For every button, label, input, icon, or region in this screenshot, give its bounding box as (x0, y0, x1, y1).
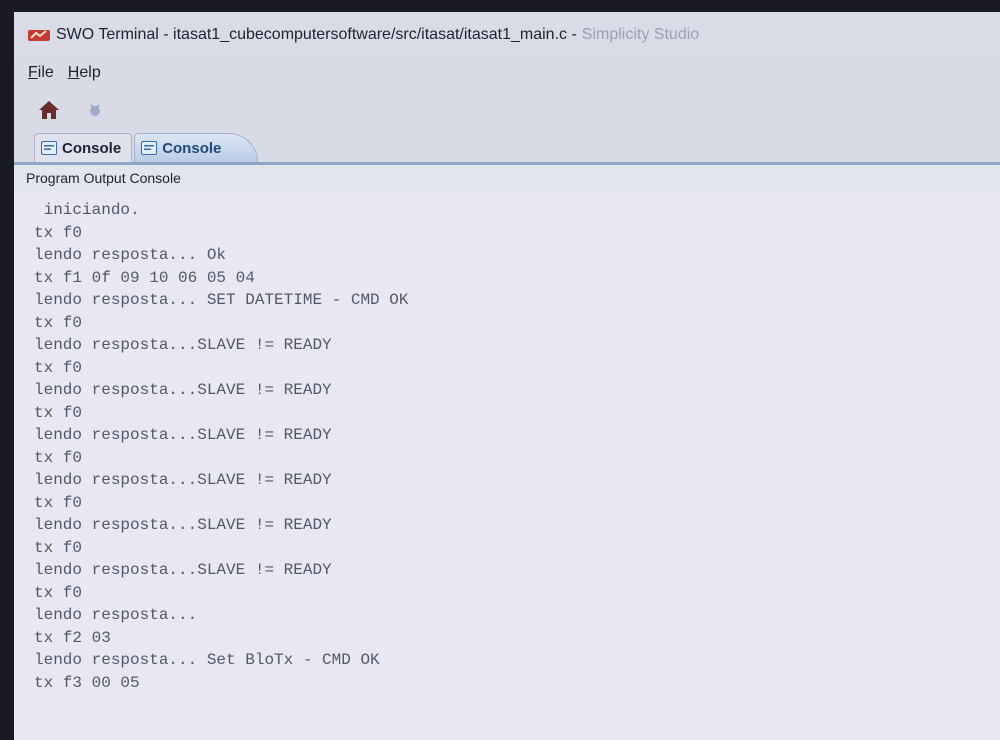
window-app-name: Simplicity Studio (581, 26, 700, 43)
console-output[interactable]: iniciando. tx f0 lendo resposta... Ok tx… (14, 191, 1000, 740)
window-title: SWO Terminal - itasat1_cubecomputersoftw… (56, 26, 577, 43)
menu-help[interactable]: Help (68, 64, 101, 82)
console-line: lendo resposta...SLAVE != READY (34, 381, 332, 399)
console-line: tx f1 0f 09 10 06 05 04 (34, 268, 255, 287)
console-line: lendo resposta... (34, 606, 198, 624)
debug-button[interactable] (82, 97, 108, 123)
console-line: tx f0 (34, 403, 83, 422)
console-icon (141, 141, 158, 155)
console-line: tx f2 03 (34, 628, 111, 647)
console-icon (41, 141, 57, 155)
menu-file-accel: F (28, 64, 38, 81)
tab-console-1[interactable]: Console (34, 133, 133, 162)
console-lines: iniciando. tx f0 lendo resposta... Ok tx… (14, 191, 1000, 694)
console-line: lendo resposta... SET DATETIME - CMD OK (34, 291, 409, 309)
menu-bar: File Help (14, 58, 1000, 88)
home-button[interactable] (36, 97, 62, 123)
console-line: tx f0 (34, 493, 83, 512)
simplicity-studio-logo-icon (28, 27, 50, 43)
console-line: lendo resposta... Ok (34, 246, 227, 264)
console-tab-strip: Console Console (14, 132, 1000, 165)
tab-console-1-label: Console (62, 139, 122, 157)
toolbar (14, 88, 1000, 132)
console-line: tx f0 (34, 538, 83, 557)
console-line: lendo resposta...SLAVE != READY (34, 336, 332, 354)
menu-help-rest: elp (79, 64, 101, 81)
console-line: tx f0 (34, 358, 83, 377)
console-line: tx f0 (34, 583, 83, 602)
console-header: Program Output Console (14, 165, 1000, 192)
home-icon (39, 101, 59, 119)
console-line: tx f0 (34, 223, 83, 242)
console-line: lendo resposta...SLAVE != READY (34, 561, 332, 579)
menu-file-rest: ile (37, 64, 54, 81)
console-line: tx f0 (34, 448, 83, 467)
debug-icon (90, 104, 100, 116)
console-line: tx f3 00 05 (34, 673, 140, 692)
tab-console-2[interactable]: Console (134, 133, 259, 162)
title-bar: SWO Terminal - itasat1_cubecomputersoftw… (14, 12, 1000, 58)
menu-help-accel: H (67, 64, 80, 81)
console-line: lendo resposta... Set BloTx - CMD OK (34, 651, 380, 669)
simplicity-studio-window: SWO Terminal - itasat1_cubecomputersoftw… (14, 12, 1000, 740)
console-line: tx f0 (34, 313, 83, 332)
console-line: lendo resposta...SLAVE != READY (34, 516, 332, 534)
console-line: iniciando. (34, 201, 140, 219)
menu-file[interactable]: File (28, 64, 54, 82)
console-line: lendo resposta...SLAVE != READY (34, 471, 332, 489)
tab-console-2-label: Console (162, 139, 222, 157)
console-line: lendo resposta...SLAVE != READY (34, 426, 332, 444)
